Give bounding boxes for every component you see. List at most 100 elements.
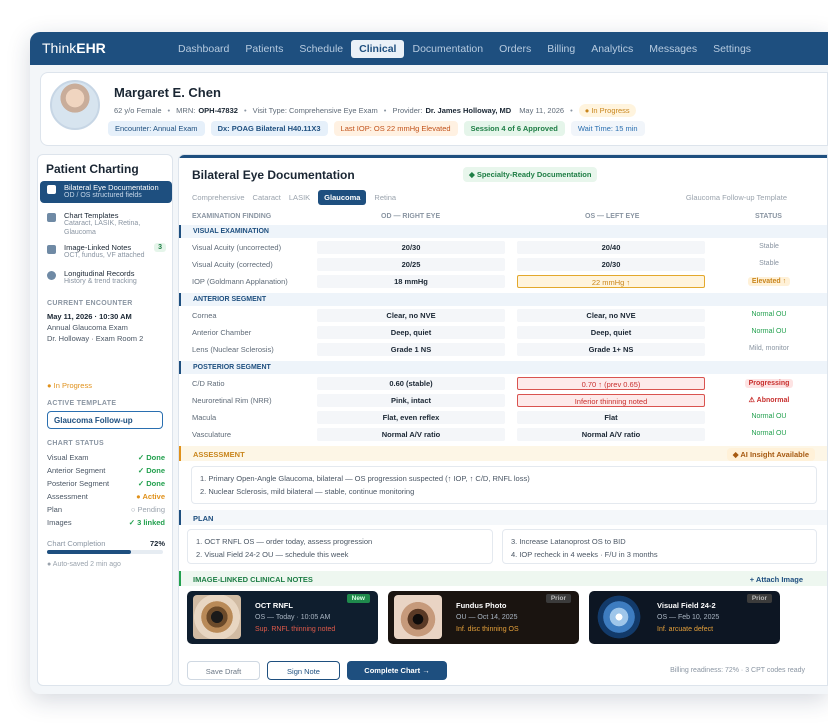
- os-field[interactable]: Deep, quiet: [517, 326, 705, 339]
- finding-label: Visual Acuity (uncorrected): [192, 243, 282, 252]
- complete-chart-button[interactable]: Complete Chart →: [347, 661, 447, 680]
- od-field[interactable]: Grade 1 NS: [317, 343, 505, 356]
- status-row: Assessment ● Active: [47, 492, 165, 501]
- diagnosis-chip: Dx: POAG Bilateral H40.11X3: [210, 121, 328, 136]
- sidebar-item-label: Chart Templates: [64, 211, 119, 220]
- card-meta: OU — Oct 14, 2025: [456, 614, 518, 621]
- os-field[interactable]: Inferior thinning noted: [517, 394, 705, 407]
- patient-name: Margaret E. Chen: [114, 85, 221, 100]
- column-header: EXAMINATION FINDING: [192, 213, 272, 220]
- os-field[interactable]: Clear, no NVE: [517, 309, 705, 322]
- table-row: IOP (Goldmann Applanation) 18 mmHg 22 mmHg…: [179, 274, 827, 290]
- os-field[interactable]: 22 mmHg ↑: [517, 275, 705, 288]
- prior-tag: Prior: [545, 594, 571, 603]
- assessment-text[interactable]: 1. Primary Open-Angle Glaucoma, bilatera…: [191, 466, 817, 504]
- app-logo[interactable]: ThinkEHR: [42, 40, 106, 56]
- nav-settings[interactable]: Settings: [705, 40, 759, 58]
- card-title: OCT RNFL: [255, 601, 293, 610]
- top-navigation: ThinkEHR Dashboard Patients Schedule Cli…: [30, 32, 828, 65]
- logo-text: Think: [42, 40, 77, 56]
- os-field[interactable]: 0.70 ↑ (prev 0.65): [517, 377, 705, 390]
- provider-value: Dr. James Holloway, MD: [425, 106, 512, 115]
- tab-glaucoma[interactable]: Glaucoma: [318, 190, 367, 205]
- od-field[interactable]: 18 mmHg: [317, 275, 505, 288]
- os-field[interactable]: Normal A/V ratio: [517, 428, 705, 441]
- os-field[interactable]: Flat: [517, 411, 705, 424]
- attach-image-button[interactable]: + Attach Image: [750, 575, 803, 584]
- sidebar-item-image-notes[interactable]: Image-Linked Notes OCT, fundus, VF attac…: [40, 241, 172, 263]
- image-card-oct[interactable]: OCT RNFL OS — Today · 10:05 AM Sup. RNFL…: [187, 591, 378, 644]
- table-row: Visual Acuity (uncorrected) 20/30 20/40 Sta…: [179, 240, 827, 256]
- od-field[interactable]: Clear, no NVE: [317, 309, 505, 322]
- section-visual: VISUAL EXAMINATION: [179, 225, 827, 238]
- status-value: ● Active: [136, 492, 165, 501]
- od-field[interactable]: 20/25: [317, 258, 505, 271]
- od-field[interactable]: 0.60 (stable): [317, 377, 505, 390]
- tab-comprehensive[interactable]: Comprehensive: [192, 193, 245, 202]
- card-finding: Sup. RNFL thinning noted: [255, 626, 336, 633]
- os-field[interactable]: Grade 1+ NS: [517, 343, 705, 356]
- status-name: Plan: [47, 505, 63, 514]
- eye-icon: [47, 185, 56, 194]
- status-row: Plan ○ Pending: [47, 505, 165, 514]
- sidebar-item-templates[interactable]: Chart Templates Cataract, LASIK, Retina,…: [40, 209, 172, 239]
- os-field[interactable]: 20/30: [517, 258, 705, 271]
- plan-line: 3. Increase Latanoprost OS to BID: [511, 537, 626, 546]
- template-select[interactable]: Glaucoma Follow-up: [47, 411, 163, 429]
- od-field[interactable]: Normal A/V ratio: [317, 428, 505, 441]
- tab-retina[interactable]: Retina: [374, 193, 396, 202]
- card-title: Fundus Photo: [456, 601, 507, 610]
- nav-messages[interactable]: Messages: [641, 40, 705, 58]
- nav-menu: Dashboard Patients Schedule Clinical Doc…: [170, 32, 759, 65]
- sidebar-item-longitudinal[interactable]: Longitudinal Records History & trend tra…: [40, 267, 172, 289]
- nav-clinical[interactable]: Clinical: [351, 39, 405, 58]
- finding-label: Lens (Nuclear Sclerosis): [192, 345, 274, 354]
- wait-time-chip: Wait Time: 15 min: [570, 121, 645, 136]
- od-field[interactable]: 20/30: [317, 241, 505, 254]
- table-row: Lens (Nuclear Sclerosis) Grade 1 NS Grade …: [179, 342, 827, 358]
- count-badge: 3: [154, 243, 166, 252]
- row-status: ⚠ Abnormal: [748, 397, 790, 404]
- encounter-type: Annual Glaucoma Exam: [47, 323, 128, 332]
- image-card-visual-field[interactable]: Visual Field 24-2 OS — Feb 10, 2025 Inf.…: [589, 591, 780, 644]
- completion-label: Chart Completion: [47, 539, 106, 548]
- nav-analytics[interactable]: Analytics: [583, 40, 641, 58]
- od-field[interactable]: Flat, even reflex: [317, 411, 505, 424]
- sidebar-item-bilateral[interactable]: Bilateral Eye Documentation OD / OS stru…: [40, 181, 172, 203]
- sign-note-button[interactable]: Sign Note: [267, 661, 340, 680]
- finding-label: C/D Ratio: [192, 379, 225, 388]
- nav-patients[interactable]: Patients: [237, 40, 291, 58]
- save-draft-button[interactable]: Save Draft: [187, 661, 260, 680]
- status-row: Images ✓ 3 linked: [47, 518, 165, 527]
- tab-lasik[interactable]: LASIK: [289, 193, 310, 202]
- plan-left[interactable]: 1. OCT RNFL OS — order today, assess pro…: [187, 529, 493, 564]
- row-status: Stable: [759, 243, 779, 250]
- os-field[interactable]: 20/40: [517, 241, 705, 254]
- billing-readiness: Billing readiness: 72% · 3 CPT codes rea…: [670, 667, 805, 674]
- nav-billing[interactable]: Billing: [539, 40, 583, 58]
- nav-documentation[interactable]: Documentation: [404, 40, 491, 58]
- table-row: Macula Flat, even reflex Flat Normal OU: [179, 410, 827, 426]
- encounter-date: May 11, 2026 · 10:30 AM: [47, 312, 132, 321]
- plan-right[interactable]: 3. Increase Latanoprost OS to BID 4. IOP…: [502, 529, 817, 564]
- nav-dashboard[interactable]: Dashboard: [170, 40, 237, 58]
- image-card-fundus[interactable]: Fundus Photo OU — Oct 14, 2025 Inf. disc…: [388, 591, 579, 644]
- completion-value: 72%: [149, 539, 165, 548]
- nav-orders[interactable]: Orders: [491, 40, 539, 58]
- od-field[interactable]: Pink, intact: [317, 394, 505, 407]
- finding-label: Macula: [192, 413, 217, 422]
- row-status: Mild, monitor: [748, 345, 790, 352]
- encounter-details: May 11, 2026 · 10:30 AM Annual Glaucoma …: [47, 311, 143, 344]
- status-name: Visual Exam: [47, 453, 89, 462]
- status-row: Posterior Segment ✓ Done: [47, 479, 165, 488]
- ai-insight-button[interactable]: ◆ AI Insight Available: [726, 448, 815, 461]
- panel-title: Bilateral Eye Documentation: [192, 168, 355, 182]
- od-field[interactable]: Deep, quiet: [317, 326, 505, 339]
- finding-label: Cornea: [192, 311, 217, 320]
- row-status: Normal OU: [751, 430, 787, 437]
- nav-schedule[interactable]: Schedule: [291, 40, 351, 58]
- plan-line: 1. OCT RNFL OS — order today, assess pro…: [196, 537, 373, 546]
- tab-cataract[interactable]: Cataract: [253, 193, 281, 202]
- completion-row: Chart Completion 72%: [47, 539, 165, 548]
- card-finding: Inf. disc thinning OS: [456, 626, 519, 633]
